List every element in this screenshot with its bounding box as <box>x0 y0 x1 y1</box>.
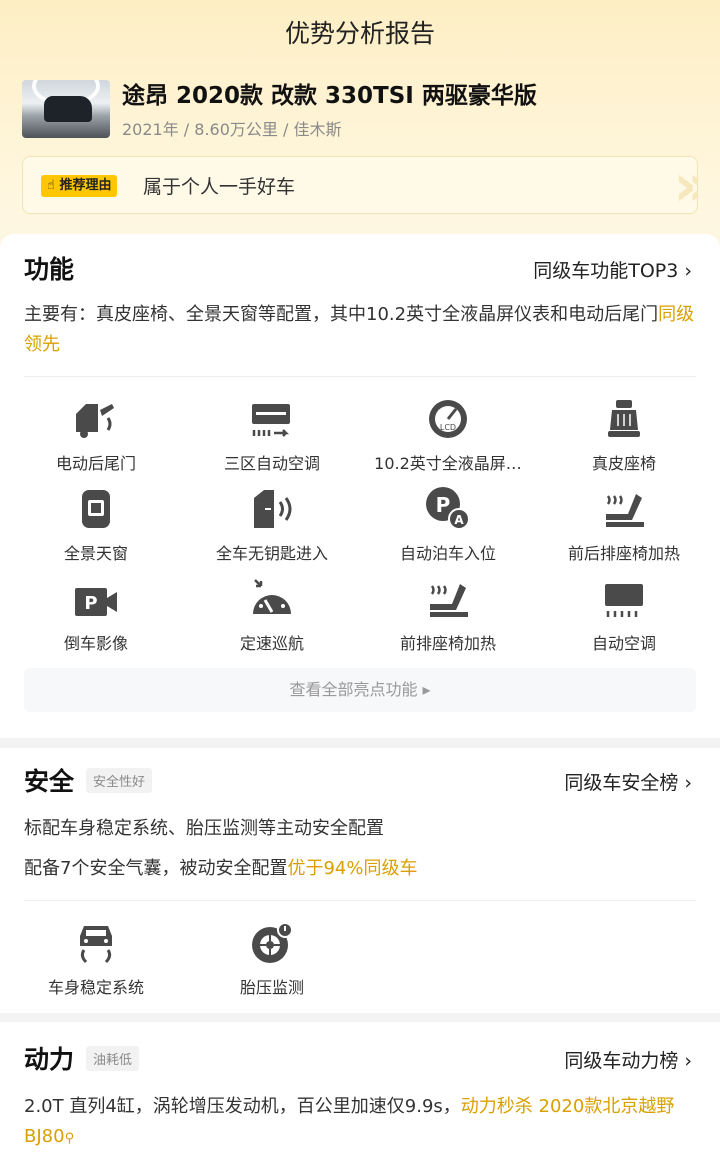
recommend-reason-tag: ☝ 推荐理由 <box>41 175 118 197</box>
power-tag: 油耗低 <box>86 1046 140 1071</box>
svg-text:LCD: LCD <box>440 423 456 432</box>
seat-heating-icon <box>606 494 644 527</box>
car-thumbnail[interactable] <box>22 80 110 138</box>
function-top3-link[interactable]: 同级车功能TOP3 › <box>533 256 692 283</box>
feature-item[interactable]: 全景天窗 <box>8 486 184 564</box>
feature-item[interactable]: 电动后尾门 <box>8 396 184 474</box>
svg-text:A: A <box>454 513 464 527</box>
front-seat-heating-icon <box>430 584 468 617</box>
safety-card: 安全 安全性好 同级车安全榜 › 标配车身稳定系统、胎压监测等主动安全配置 配备… <box>0 748 720 1013</box>
search-icon[interactable]: ⚲ <box>65 1131 75 1146</box>
car-name: 途昂 2020款 改款 330TSI 两驱豪华版 <box>122 83 537 109</box>
stability-control-icon <box>80 926 112 964</box>
feature-item[interactable]: 定速巡航 <box>184 576 360 654</box>
power-rank-link[interactable]: 同级车动力榜 › <box>564 1046 692 1073</box>
recommend-reason-text: 属于个人一手好车 <box>143 176 296 198</box>
feature-item[interactable]: 自动空调 <box>536 576 712 654</box>
car-meta: 2021年 / 8.60万公里 / 佳木斯 <box>122 120 342 139</box>
function-title: 功能 <box>24 255 75 284</box>
leather-seat-icon <box>608 400 640 437</box>
auto-ac-icon <box>605 584 643 617</box>
safety-title: 安全 <box>24 767 75 796</box>
feature-item[interactable]: LCD 10.2英寸全液晶屏… <box>360 396 536 474</box>
sunroof-icon <box>82 490 110 528</box>
cruise-control-icon <box>253 579 291 614</box>
power-title: 动力 <box>24 1045 75 1074</box>
feature-item[interactable]: 三区自动空调 <box>184 396 360 474</box>
keyless-entry-icon <box>254 490 292 528</box>
function-description: 主要有：真皮座椅、全景天窗等配置，其中10.2英寸全液晶屏仪表和电动后尾门同级领… <box>24 304 695 355</box>
auto-parking-icon: PA <box>426 487 470 530</box>
safety-line1: 标配车身稳定系统、胎压监测等主动安全配置 <box>24 818 384 839</box>
tire-pressure-icon <box>252 922 293 963</box>
thumbs-up-icon: ☝ <box>47 178 55 193</box>
feature-item[interactable]: 车身稳定系统 <box>8 920 184 998</box>
feature-item[interactable]: P 倒车影像 <box>8 576 184 654</box>
feature-item[interactable]: 前排座椅加热 <box>360 576 536 654</box>
safety-line2: 配备7个安全气囊，被动安全配置优于94%同级车 <box>24 858 418 879</box>
chevrons-decoration-icon: » <box>673 156 697 214</box>
power-card: 动力 油耗低 同级车动力榜 › 2.0T 直列4缸，涡轮增压发动机，百公里加速仅… <box>0 1022 720 1166</box>
safety-tag: 安全性好 <box>86 768 153 793</box>
reverse-camera-icon: P <box>75 588 117 616</box>
power-description: 2.0T 直列4缸，涡轮增压发动机，百公里加速仅9.9s，动力秒杀 2020款北… <box>24 1096 675 1147</box>
feature-item[interactable]: 全车无钥匙进入 <box>184 486 360 564</box>
tailgate-icon <box>76 404 114 438</box>
view-all-features-button[interactable]: 查看全部亮点功能 ▸ <box>24 668 696 712</box>
divider <box>24 900 696 901</box>
divider <box>24 376 696 377</box>
function-card: 功能 同级车功能TOP3 › 主要有：真皮座椅、全景天窗等配置，其中10.2英寸… <box>0 234 720 738</box>
svg-text:P: P <box>84 593 97 614</box>
safety-rank-link[interactable]: 同级车安全榜 › <box>564 768 692 795</box>
page-title: 优势分析报告 <box>284 19 435 48</box>
tri-zone-ac-icon <box>252 404 290 437</box>
feature-item[interactable]: 真皮座椅 <box>536 396 712 474</box>
recommend-reason-banner: ☝ 推荐理由 属于个人一手好车 » <box>22 156 698 214</box>
feature-item[interactable]: 前后排座椅加热 <box>536 486 712 564</box>
svg-text:P: P <box>436 493 451 517</box>
lcd-gauge-icon: LCD <box>429 400 467 438</box>
feature-item[interactable]: 胎压监测 <box>184 920 360 998</box>
feature-item[interactable]: PA 自动泊车入位 <box>360 486 536 564</box>
